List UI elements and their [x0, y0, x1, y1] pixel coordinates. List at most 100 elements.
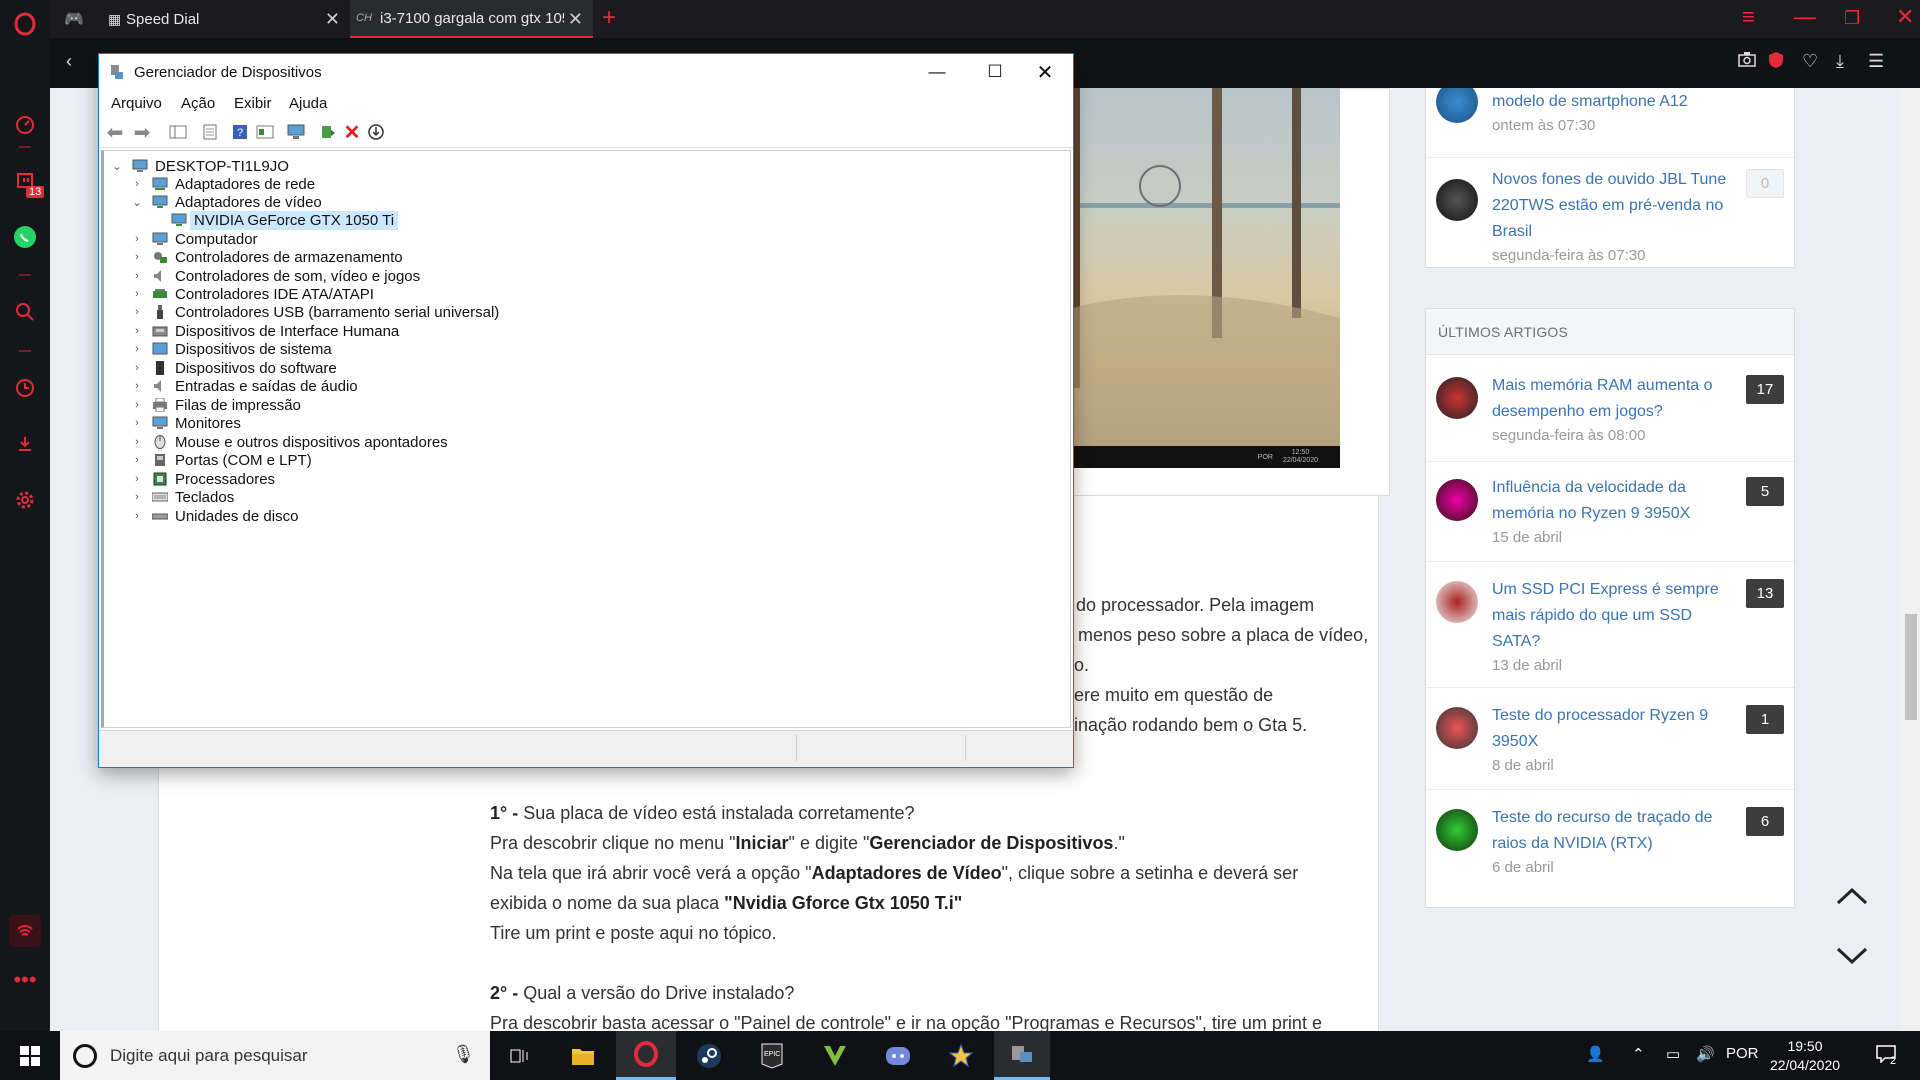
view-list-icon[interactable] [254, 121, 276, 143]
update-driver-icon[interactable] [317, 121, 339, 143]
gta-v-icon[interactable] [805, 1031, 865, 1080]
restore-icon[interactable]: ❐ [1844, 8, 1860, 29]
article-item[interactable]: Influência da velocidade da memória no R… [1426, 475, 1794, 565]
microphone-icon[interactable]: 🎙 [452, 1044, 475, 1065]
new-tab-plus-icon[interactable]: + [602, 4, 616, 32]
scroll-down-chevron-icon[interactable] [1835, 940, 1869, 974]
search-icon[interactable] [9, 296, 41, 328]
tree-node[interactable]: › Unidades de disco [130, 505, 298, 527]
star-app-icon[interactable] [931, 1031, 991, 1080]
news-item[interactable]: modelo de smartphone A12 ontem às 07:30 [1426, 88, 1794, 159]
opera-taskbar-icon[interactable] [616, 1031, 676, 1080]
input-language[interactable]: POR [1726, 1045, 1759, 1062]
help-icon[interactable]: ? [229, 121, 251, 143]
show-hidden-icons-chevron-icon[interactable]: ⌃ [1632, 1045, 1645, 1063]
disable-device-icon[interactable] [365, 121, 387, 143]
expand-chevron-icon[interactable]: › [130, 510, 144, 522]
news-title-link[interactable]: modelo de smartphone A12 [1492, 89, 1737, 115]
device-manager-taskbar-icon[interactable] [994, 1031, 1050, 1080]
article-title-link[interactable]: Mais memória RAM aumenta o desempenho em… [1492, 373, 1737, 425]
scrollbar-thumb[interactable] [1905, 614, 1917, 720]
properties-icon[interactable] [199, 121, 221, 143]
expand-chevron-icon[interactable]: › [130, 399, 144, 411]
close-window-icon[interactable]: ✕ [1896, 4, 1914, 30]
steam-icon[interactable] [679, 1031, 739, 1080]
expand-chevron-icon[interactable]: › [130, 306, 144, 318]
adblock-shield-icon[interactable] [1768, 51, 1784, 74]
discord-icon[interactable] [868, 1031, 928, 1080]
expand-chevron-icon[interactable]: › [130, 417, 144, 429]
start-windows-icon[interactable] [0, 1031, 60, 1080]
taskbar-search-input[interactable]: Digite aqui para pesquisar 🎙 [60, 1031, 490, 1080]
collapse-chevron-icon[interactable]: ⌄ [110, 160, 124, 173]
minimize-button[interactable]: — [908, 54, 966, 90]
article-title-link[interactable]: Influência da velocidade da memória no R… [1492, 475, 1737, 527]
article-item[interactable]: Teste do processador Ryzen 9 3950X 8 de … [1426, 703, 1794, 793]
heart-bookmark-icon[interactable]: ♡ [1802, 51, 1818, 72]
forward-arrow-icon[interactable]: ➡ [131, 121, 153, 144]
tab-menu-icon[interactable]: ≡ [1742, 4, 1755, 30]
more-dots-icon[interactable]: ••• [9, 964, 41, 996]
page-scrollbar[interactable] [1902, 88, 1920, 1031]
tab-speed-dial[interactable]: ▦ Speed Dial ✕ [50, 0, 350, 38]
volume-icon[interactable]: 🔊 [1696, 1045, 1715, 1063]
menu-arquivo[interactable]: Arquivo [111, 95, 162, 112]
collapse-chevron-icon[interactable]: ⌄ [130, 196, 144, 209]
show-hide-tree-icon[interactable] [167, 121, 189, 143]
vpn-wifi-icon[interactable] [9, 915, 41, 947]
expand-chevron-icon[interactable]: › [130, 270, 144, 282]
epic-games-icon[interactable]: EPIC [742, 1031, 802, 1080]
news-title-link[interactable]: Novos fones de ouvido JBL Tune 220TWS es… [1492, 167, 1737, 245]
back-arrow-icon[interactable]: ⬅ [104, 121, 126, 144]
network-icon[interactable]: ▭ [1666, 1045, 1680, 1063]
article-title-link[interactable]: Teste do processador Ryzen 9 3950X [1492, 703, 1737, 755]
menu-ajuda[interactable]: Ajuda [289, 95, 327, 112]
gta5-screenshot-image[interactable]: POR 12:50 22/04/2020 [1072, 88, 1340, 468]
scan-hardware-icon[interactable] [285, 121, 307, 143]
expand-chevron-icon[interactable]: › [130, 362, 144, 374]
whatsapp-icon[interactable] [9, 221, 41, 253]
expand-chevron-icon[interactable]: › [130, 325, 144, 337]
expand-chevron-icon[interactable]: › [130, 233, 144, 245]
taskbar-clock[interactable]: 19:50 22/04/2020 [1760, 1037, 1850, 1075]
close-button[interactable]: ✕ [1016, 54, 1074, 90]
article-item[interactable]: Teste do recurso de traçado de raios da … [1426, 805, 1794, 895]
task-view-icon[interactable] [490, 1031, 550, 1080]
expand-chevron-icon[interactable]: › [130, 380, 144, 392]
menu-exibir[interactable]: Exibir [234, 95, 272, 112]
downloads-icon[interactable] [9, 428, 41, 460]
tab-forum-thread[interactable]: CH i3-7100 gargala com gtx 1050 ✕ [350, 0, 593, 38]
speedometer-icon[interactable] [9, 109, 41, 141]
article-title-link[interactable]: Teste do recurso de traçado de raios da … [1492, 805, 1737, 857]
camera-snapshot-icon[interactable] [1738, 51, 1756, 72]
article-title-link[interactable]: Um SSD PCI Express é sempre mais rápido … [1492, 577, 1737, 655]
expand-chevron-icon[interactable]: › [130, 343, 144, 355]
uninstall-x-icon[interactable]: ✕ [341, 121, 363, 144]
file-explorer-icon[interactable] [553, 1031, 613, 1080]
settings-gear-icon[interactable] [9, 484, 41, 516]
expand-chevron-icon[interactable]: › [130, 454, 144, 466]
expand-chevron-icon[interactable]: › [130, 473, 144, 485]
window-titlebar[interactable]: Gerenciador de Dispositivos — ☐ ✕ [99, 54, 1073, 90]
scroll-up-chevron-icon[interactable] [1835, 880, 1869, 914]
expand-chevron-icon[interactable]: › [130, 288, 144, 300]
back-chevron-icon[interactable]: ‹ [66, 51, 72, 72]
menu-acao[interactable]: Ação [181, 95, 215, 112]
expand-chevron-icon[interactable]: › [130, 491, 144, 503]
expand-chevron-icon[interactable]: › [130, 178, 144, 190]
minimize-icon[interactable]: — [1794, 4, 1816, 30]
hid-icon [151, 323, 169, 339]
article-item[interactable]: Um SSD PCI Express é sempre mais rápido … [1426, 577, 1794, 689]
history-clock-icon[interactable] [9, 372, 41, 404]
people-icon[interactable]: 👤 [1586, 1045, 1605, 1063]
opera-logo-icon[interactable] [9, 8, 41, 40]
close-tab-icon[interactable]: ✕ [325, 9, 340, 30]
news-item[interactable]: Novos fones de ouvido JBL Tune 220TWS es… [1426, 167, 1794, 267]
cortana-circle-icon[interactable] [73, 1044, 97, 1068]
easy-setup-icon[interactable]: ☰ [1868, 51, 1884, 72]
expand-chevron-icon[interactable]: › [130, 436, 144, 448]
download-arrow-icon[interactable]: ⤓ [1836, 51, 1844, 72]
close-tab-icon[interactable]: ✕ [563, 9, 583, 30]
expand-chevron-icon[interactable]: › [130, 251, 144, 263]
article-item[interactable]: Mais memória RAM aumenta o desempenho em… [1426, 373, 1794, 463]
